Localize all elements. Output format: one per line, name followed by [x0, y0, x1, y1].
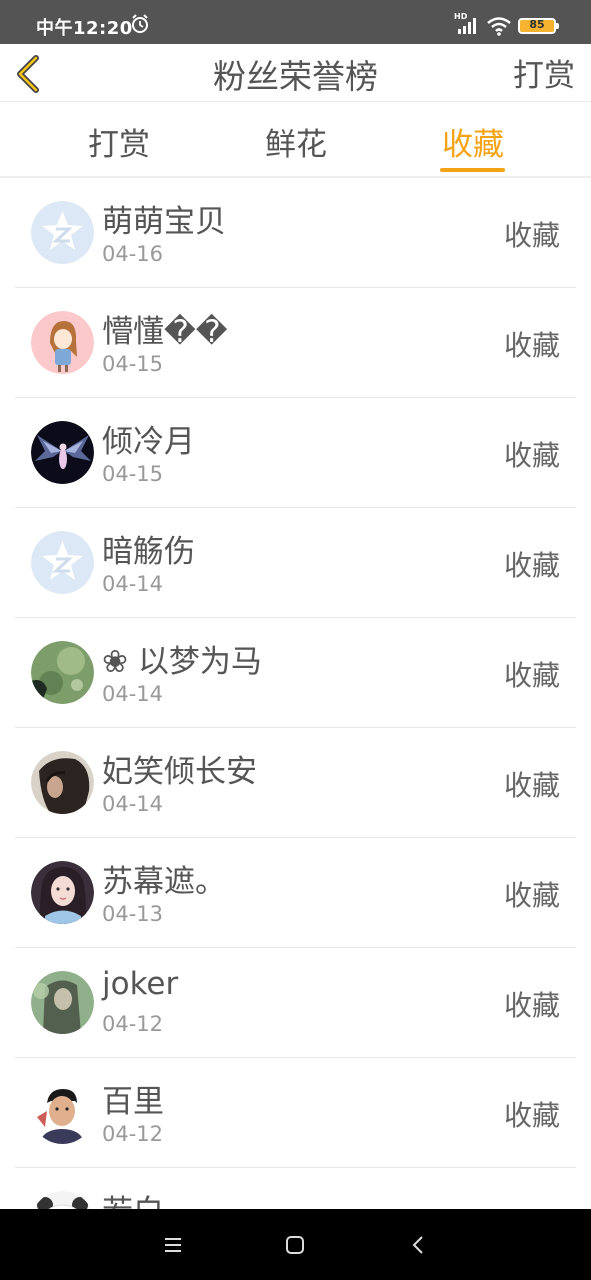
- fan-date: 04-12: [102, 1122, 164, 1146]
- list-item[interactable]: 苏幕遮。 04-13 收藏: [15, 838, 576, 948]
- fan-date: 04-15: [102, 352, 164, 376]
- list-item[interactable]: 百里 04-12 收藏: [15, 1058, 576, 1168]
- fan-name: 若白: [102, 1186, 164, 1209]
- green-photo-avatar[interactable]: [31, 971, 94, 1034]
- fan-name: ❀ 以梦为马: [102, 644, 262, 680]
- nature-photo-avatar[interactable]: [31, 641, 94, 704]
- page-title: 粉丝荣誉榜: [213, 57, 378, 96]
- fan-name: 苏幕遮。: [102, 864, 226, 900]
- battery-icon: 85: [518, 18, 556, 34]
- battery-tip: [556, 23, 559, 29]
- fan-date: 04-13: [102, 902, 164, 926]
- fans-list[interactable]: 萌萌宝贝 04-16 收藏 懵懂�� 04-15 收藏 倾冷月 04-15 收藏: [15, 178, 576, 1209]
- fan-name: 倾冷月: [102, 424, 195, 460]
- fan-action: 收藏: [503, 879, 560, 912]
- tab-flowers[interactable]: 鲜花: [256, 119, 336, 164]
- list-item[interactable]: joker 04-12 收藏: [15, 948, 576, 1058]
- system-nav-bar: [0, 1209, 591, 1280]
- app-header: 粉丝荣誉榜 打赏: [0, 44, 591, 102]
- boy-photo-avatar[interactable]: [31, 1081, 94, 1144]
- fan-action: 收藏: [503, 769, 560, 802]
- angel-wings-avatar[interactable]: [31, 421, 94, 484]
- list-item[interactable]: 倾冷月 04-15 收藏: [15, 398, 576, 508]
- tab-reward[interactable]: 打赏: [79, 119, 159, 164]
- menu-icon[interactable]: [161, 1233, 185, 1257]
- fan-date: 04-16: [102, 242, 164, 266]
- fan-name: 暗觞伤: [102, 534, 195, 570]
- status-bar: 中午12:20 HD 85: [0, 0, 591, 44]
- fan-action: 收藏: [503, 549, 560, 582]
- fan-date: 04-12: [102, 1012, 164, 1036]
- list-item[interactable]: 暗觞伤 04-14 收藏: [15, 508, 576, 618]
- alarm-icon: [132, 14, 148, 33]
- tab-bar: 打赏 鲜花 收藏: [0, 102, 591, 178]
- fan-action: 收藏: [503, 219, 560, 252]
- fan-action: 收藏: [503, 989, 560, 1022]
- cartoon-girl-avatar[interactable]: [31, 311, 94, 374]
- home-icon[interactable]: [283, 1233, 307, 1257]
- active-tab-indicator: [440, 168, 505, 172]
- fan-action: 收藏: [503, 329, 560, 362]
- fan-name: 懵懂��: [102, 314, 228, 350]
- portrait-girl-avatar[interactable]: [31, 861, 94, 924]
- fan-action: 收藏: [503, 1099, 560, 1132]
- fan-name: 妃笑倾长安: [102, 754, 257, 790]
- signal-icon: [458, 18, 476, 34]
- list-item[interactable]: 懵懂�� 04-15 收藏: [15, 288, 576, 398]
- fan-name: 百里: [102, 1084, 164, 1120]
- fan-date: 04-14: [102, 682, 164, 706]
- list-item[interactable]: 萌萌宝贝 04-16 收藏: [15, 178, 576, 288]
- fan-date: 04-14: [102, 792, 164, 816]
- fan-date: 04-15: [102, 462, 164, 486]
- panda-avatar[interactable]: [31, 1191, 94, 1209]
- back-icon[interactable]: [407, 1233, 431, 1257]
- list-item[interactable]: 妃笑倾长安 04-14 收藏: [15, 728, 576, 838]
- fan-name: 萌萌宝贝: [102, 204, 226, 240]
- fan-date: 04-14: [102, 572, 164, 596]
- tab-favorites[interactable]: 收藏: [433, 119, 513, 164]
- status-time: 中午12:20: [36, 18, 133, 39]
- fan-action: 收藏: [503, 659, 560, 692]
- list-item[interactable]: 若白: [15, 1168, 576, 1209]
- battery-level: 85: [529, 18, 545, 31]
- list-item[interactable]: ❀ 以梦为马 04-14 收藏: [15, 618, 576, 728]
- long-hair-girl-avatar[interactable]: [31, 751, 94, 814]
- default-avatar[interactable]: [31, 531, 94, 594]
- reward-button[interactable]: 打赏: [513, 50, 575, 95]
- default-avatar[interactable]: [31, 201, 94, 264]
- wifi-icon: [487, 17, 511, 36]
- fan-action: 收藏: [503, 439, 560, 472]
- fan-name: joker: [102, 966, 179, 1002]
